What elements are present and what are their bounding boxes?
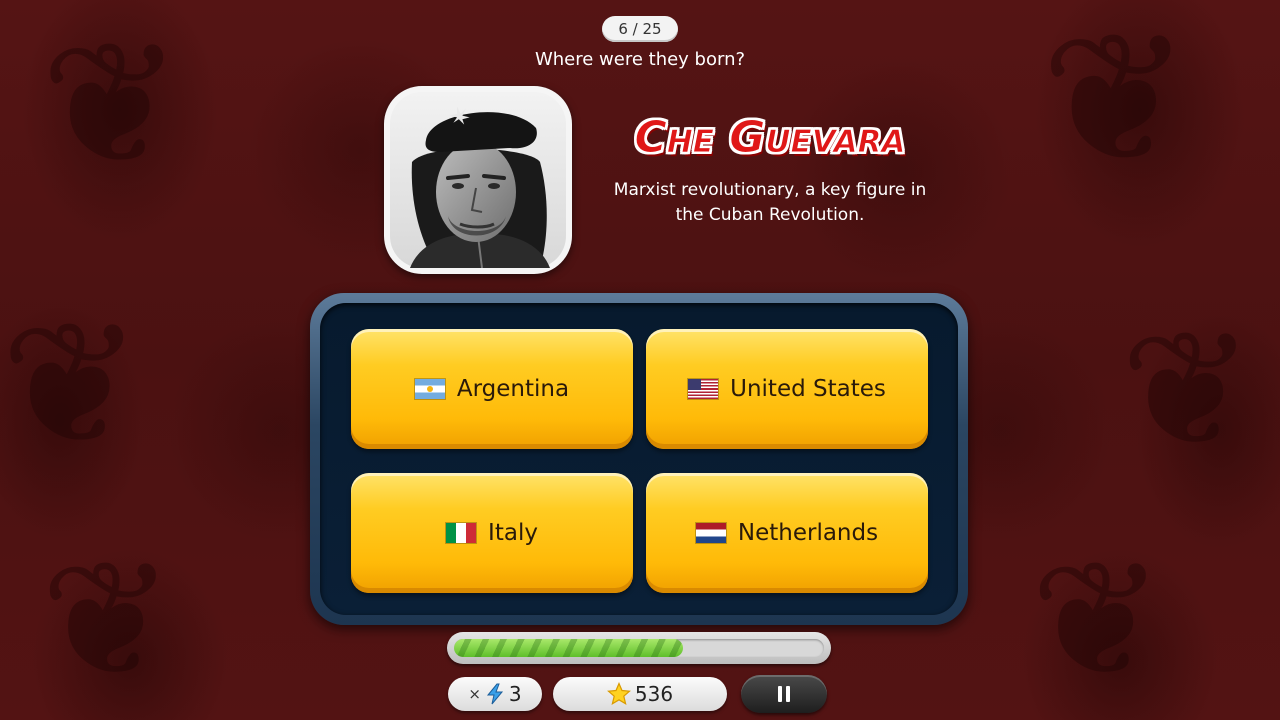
question-text: Where were they born? — [534, 49, 746, 70]
portrait-image — [390, 92, 566, 268]
score-display: 536 — [553, 677, 727, 711]
question-counter: 6 / 25 — [602, 16, 678, 42]
united-states-flag-icon — [688, 379, 719, 399]
star-icon — [606, 682, 631, 706]
progress-track — [454, 639, 824, 657]
background-ornament: ❦ — [1040, 0, 1191, 204]
background-ornament: ❦ — [40, 6, 183, 204]
boost-count: 3 — [508, 682, 522, 706]
person-description-line: the Cuban Revolution. — [675, 205, 865, 225]
boost-counter[interactable]: × 3 — [448, 677, 542, 711]
person-description: Marxist revolutionary, a key figure in t… — [600, 178, 940, 228]
progress-fill — [454, 639, 684, 657]
answer-button-netherlands[interactable]: Netherlands — [646, 473, 928, 593]
time-progress-bar — [447, 632, 831, 664]
italy-flag-icon — [446, 523, 477, 543]
answer-label: Argentina — [456, 376, 570, 402]
answer-button-united-states[interactable]: United States — [646, 329, 928, 449]
pause-icon — [778, 686, 790, 702]
answer-button-argentina[interactable]: Argentina — [351, 329, 633, 449]
background-ornament: ❦ — [1120, 296, 1255, 483]
answer-label: United States — [730, 376, 886, 402]
score-value: 536 — [634, 682, 674, 706]
background-ornament: ❦ — [1030, 526, 1165, 713]
pause-button[interactable] — [741, 675, 827, 713]
netherlands-flag-icon — [695, 523, 726, 543]
lightning-icon — [486, 683, 503, 705]
person-description-line: Marxist revolutionary, a key figure in — [613, 180, 927, 200]
person-portrait — [384, 86, 572, 274]
answer-button-italy[interactable]: Italy — [351, 473, 633, 593]
answer-label: Netherlands — [737, 520, 879, 546]
background-ornament: ❦ — [0, 286, 143, 484]
argentina-flag-icon — [414, 379, 445, 399]
person-name: Che Guevara — [634, 112, 906, 164]
background-ornament: ❦ — [40, 526, 175, 713]
answer-label: Italy — [488, 520, 538, 546]
multiply-sign: × — [468, 685, 481, 703]
